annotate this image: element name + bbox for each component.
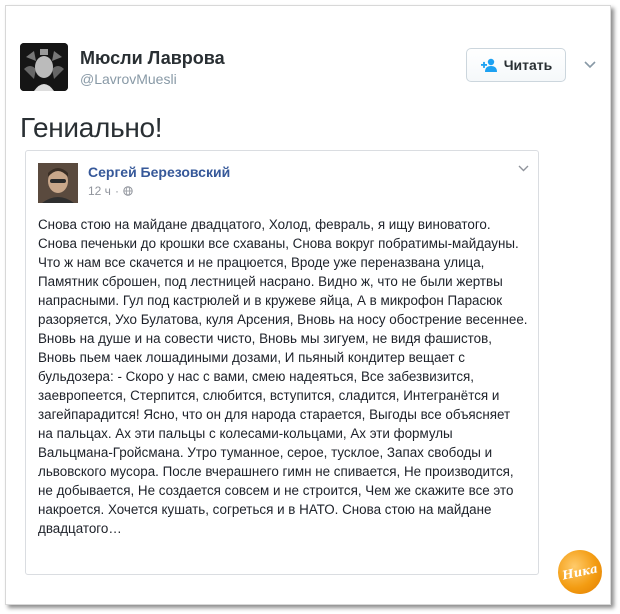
post-options-chevron-icon[interactable] [518, 163, 529, 175]
tweet-text: Гениально! [20, 112, 163, 143]
add-user-icon [480, 58, 497, 72]
post-author-name[interactable]: Сергей Березовский [88, 164, 230, 180]
post-time[interactable]: 12 ч [88, 184, 111, 198]
follow-label: Читать [503, 57, 553, 73]
follow-button[interactable]: Читать [466, 48, 566, 82]
avatar-image-icon [20, 43, 68, 91]
chevron-down-icon[interactable] [584, 56, 596, 72]
person-photo-icon [38, 163, 78, 203]
separator-dot: · [114, 184, 119, 198]
author-avatar[interactable] [38, 163, 78, 203]
globe-icon [123, 186, 133, 196]
display-name[interactable]: Мюсли Лаврова [80, 48, 225, 69]
post-meta: 12 ч · [88, 184, 133, 198]
profile-avatar[interactable] [20, 43, 68, 91]
user-handle[interactable]: @LavrovMuesli [80, 71, 177, 87]
post-body-text: Снова стою на майдане двадцатого, Холод,… [38, 217, 528, 536]
embedded-facebook-post[interactable]: Сергей Березовский 12 ч · Снова стою на … [25, 150, 539, 575]
